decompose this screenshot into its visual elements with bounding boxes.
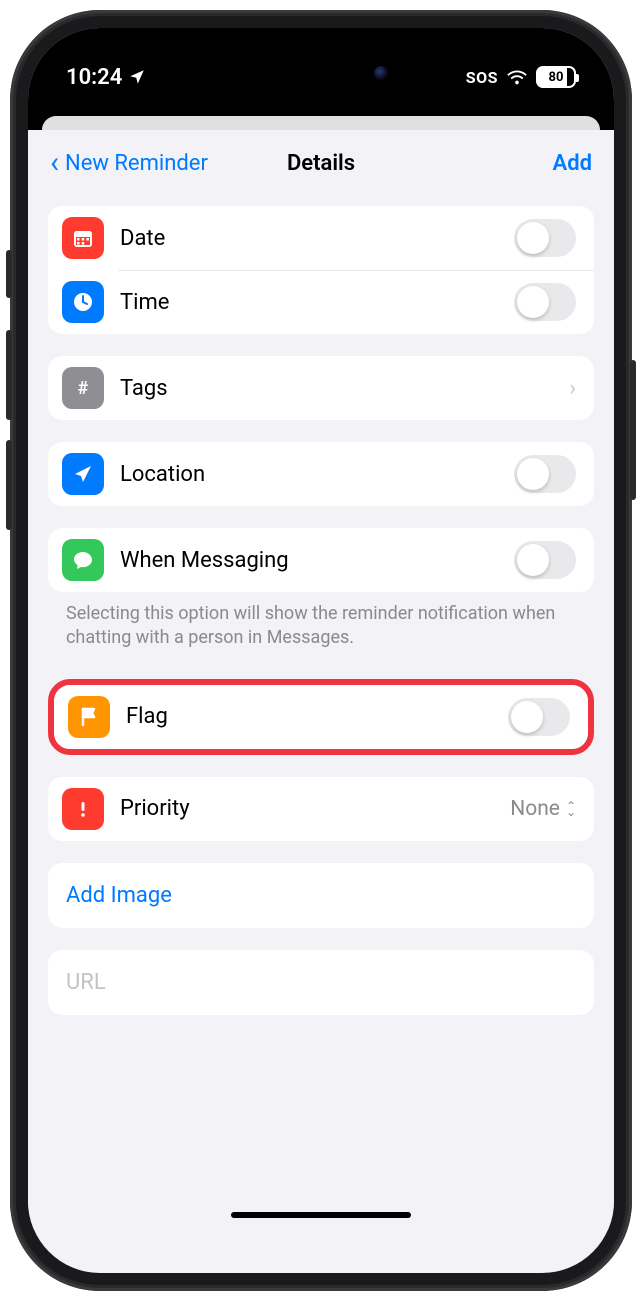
screen: 10:24 SOS 80 ‹ New Reminder Details [28, 28, 614, 1273]
updown-icon: ⌃⌄ [566, 803, 576, 815]
messaging-toggle[interactable] [514, 541, 576, 579]
side-button [630, 360, 636, 500]
messaging-label: When Messaging [120, 548, 498, 573]
side-button [6, 330, 12, 420]
side-button [6, 440, 12, 530]
time-toggle[interactable] [514, 283, 576, 321]
date-time-group: Date Time [48, 206, 594, 334]
wifi-icon [506, 66, 528, 88]
priority-group: Priority None ⌃⌄ [48, 777, 594, 841]
messaging-row[interactable]: When Messaging [48, 528, 594, 592]
flag-highlight: Flag [48, 679, 594, 755]
add-image-group: Add Image [48, 863, 594, 928]
svg-text:#: # [78, 378, 89, 399]
back-label: New Reminder [65, 151, 208, 176]
home-indicator[interactable] [231, 1212, 411, 1218]
hash-icon: # [62, 367, 104, 409]
priority-label: Priority [120, 796, 494, 821]
location-arrow-icon [128, 68, 146, 86]
flag-row[interactable]: Flag [54, 685, 588, 749]
chevron-left-icon: ‹ [50, 148, 59, 178]
url-placeholder-text: URL [66, 970, 106, 995]
url-group: URL [48, 950, 594, 1015]
clock-icon [62, 281, 104, 323]
messaging-group: When Messaging [48, 528, 594, 592]
chevron-right-icon: › [569, 376, 576, 401]
location-row[interactable]: Location [48, 442, 594, 506]
dynamic-island [236, 50, 406, 96]
flag-toggle[interactable] [508, 698, 570, 736]
tags-group: # Tags › [48, 356, 594, 420]
battery-icon: 80 [536, 66, 576, 88]
camera-dot [374, 66, 388, 80]
location-group: Location [48, 442, 594, 506]
priority-row[interactable]: Priority None ⌃⌄ [48, 777, 594, 841]
back-button[interactable]: ‹ New Reminder [50, 148, 208, 178]
page-title: Details [287, 151, 355, 176]
sheet-stack [28, 108, 614, 130]
phone-frame: 10:24 SOS 80 ‹ New Reminder Details [10, 10, 632, 1291]
sos-label: SOS [466, 68, 498, 87]
calendar-icon [62, 217, 104, 259]
tags-row[interactable]: # Tags › [48, 356, 594, 420]
message-icon [62, 539, 104, 581]
tags-label: Tags [120, 376, 553, 401]
details-sheet: ‹ New Reminder Details Add Date [28, 130, 614, 1230]
date-label: Date [120, 226, 498, 251]
status-time: 10:24 [66, 65, 146, 90]
clock-text: 10:24 [66, 65, 122, 90]
location-toggle[interactable] [514, 455, 576, 493]
priority-value-text: None [510, 797, 560, 821]
content-area: Date Time # [28, 206, 614, 1015]
flag-label: Flag [126, 704, 492, 729]
flag-group: Flag [54, 685, 588, 749]
flag-icon [68, 696, 110, 738]
time-row[interactable]: Time [48, 270, 594, 334]
nav-bar: ‹ New Reminder Details Add [28, 130, 614, 196]
date-row[interactable]: Date [48, 206, 594, 270]
date-toggle[interactable] [514, 219, 576, 257]
messaging-footer: Selecting this option will show the remi… [48, 592, 594, 651]
status-right: SOS 80 [466, 66, 576, 88]
background-sheet [42, 116, 600, 130]
exclaim-icon [62, 788, 104, 830]
priority-value: None ⌃⌄ [510, 797, 576, 821]
url-input[interactable]: URL [48, 950, 594, 1015]
nav-arrow-icon [62, 453, 104, 495]
time-label: Time [120, 290, 498, 315]
add-image-button[interactable]: Add Image [48, 863, 594, 928]
add-button[interactable]: Add [553, 151, 592, 176]
side-button [6, 250, 12, 298]
location-label: Location [120, 462, 498, 487]
battery-level: 80 [549, 70, 564, 85]
